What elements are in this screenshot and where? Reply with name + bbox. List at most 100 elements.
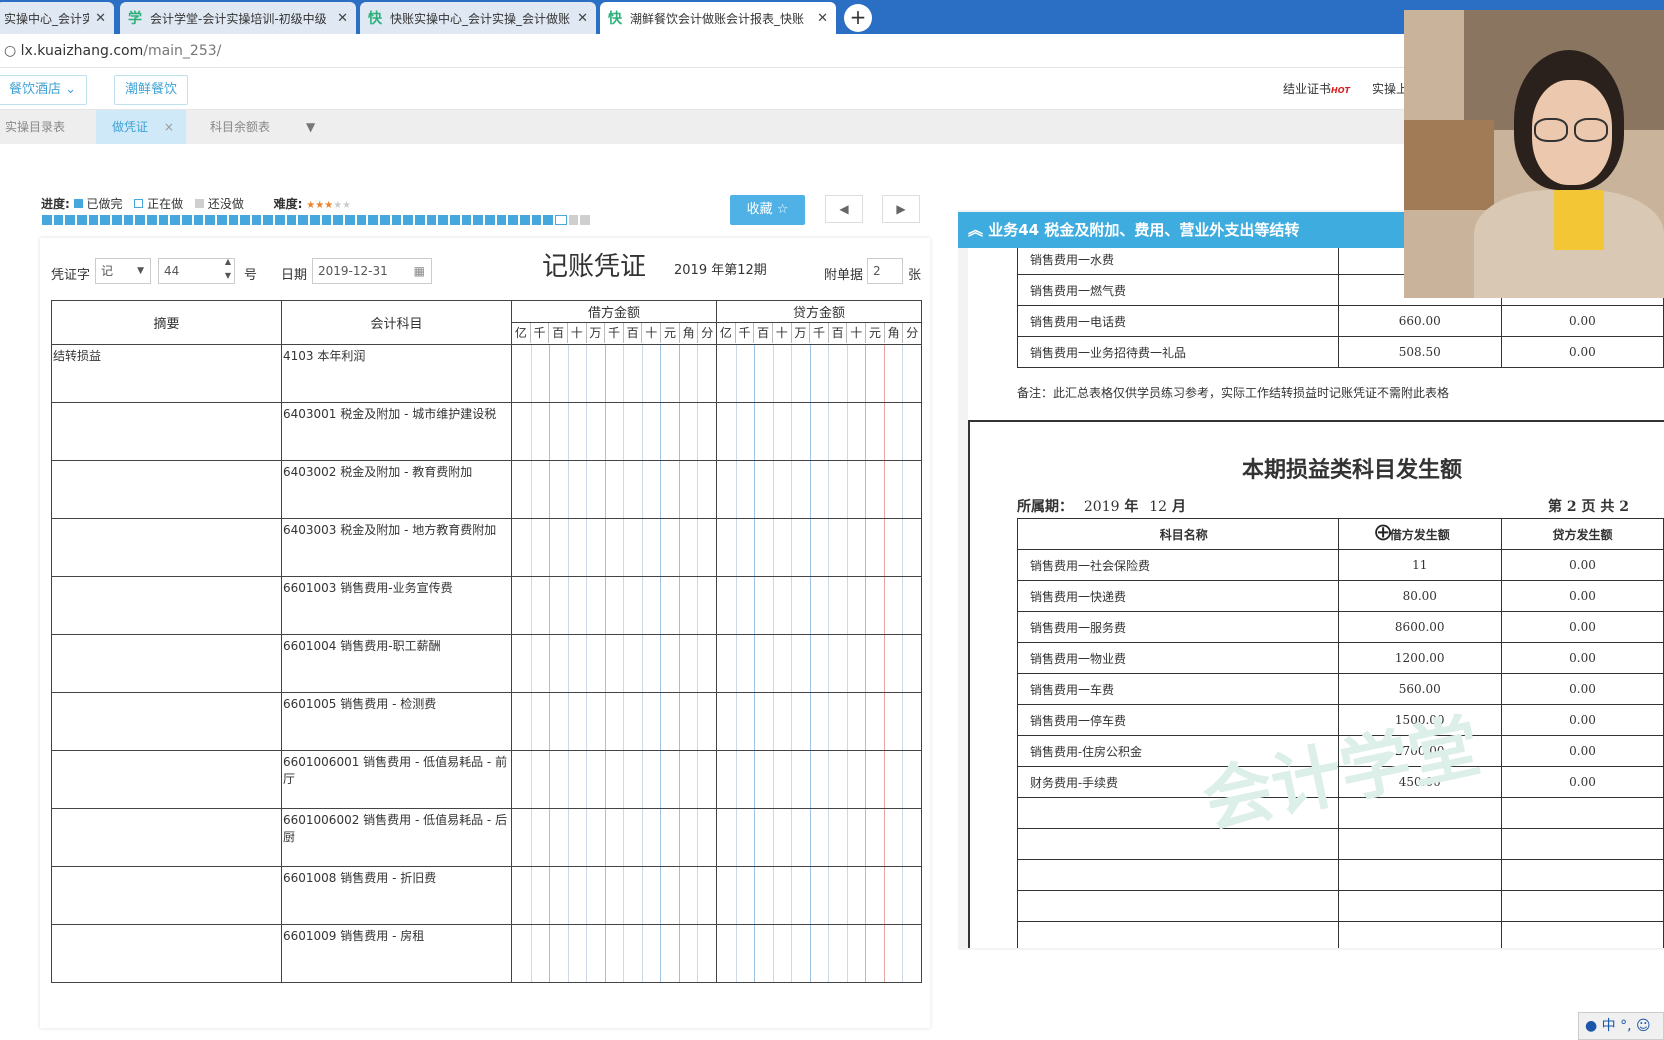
certificate-link[interactable]: 结业证书HOT <box>1283 80 1350 97</box>
account-cell[interactable]: 6403002 税金及附加 - 教育费附加 <box>281 460 512 519</box>
account-cell[interactable]: 6403003 税金及附加 - 地方教育费附加 <box>281 518 512 577</box>
credit-amount-cell[interactable] <box>716 460 922 519</box>
progress-step[interactable] <box>391 215 402 225</box>
browser-tab-2[interactable]: 学 会计学堂-会计实操培训-初级中级 ✕ <box>120 2 356 34</box>
progress-step[interactable] <box>240 215 250 225</box>
next-button[interactable]: ▶ <box>882 195 920 223</box>
progress-step[interactable] <box>251 215 262 225</box>
ime-indicator[interactable]: 中 <box>1602 1018 1616 1034</box>
progress-step[interactable] <box>111 215 122 225</box>
close-icon[interactable]: ✕ <box>817 11 828 26</box>
debit-amount-cell[interactable] <box>511 402 717 461</box>
credit-amount-cell[interactable] <box>716 808 922 867</box>
punctuation-icon[interactable]: °, <box>1620 1018 1631 1034</box>
close-icon[interactable]: ✕ <box>577 11 588 26</box>
reload-icon[interactable]: ○ <box>4 43 16 59</box>
credit-amount-cell[interactable] <box>716 866 922 925</box>
summary-cell[interactable] <box>51 460 282 519</box>
close-icon[interactable]: ✕ <box>95 11 106 26</box>
debit-amount-cell[interactable] <box>511 634 717 693</box>
company-button[interactable]: 潮鲜餐饮 <box>114 75 189 105</box>
account-cell[interactable]: 6601009 销售费用 - 房租 <box>281 924 512 983</box>
account-cell[interactable]: 6601004 销售费用-职工薪酬 <box>281 634 512 693</box>
tab-balance[interactable]: 科目余额表 <box>210 110 290 144</box>
date-input[interactable]: 2019-12-31 ▦ <box>312 258 432 284</box>
progress-step[interactable] <box>426 215 437 225</box>
credit-amount-cell[interactable] <box>716 402 922 461</box>
debit-amount-cell[interactable] <box>511 576 717 635</box>
attach-input[interactable]: 2 <box>867 258 903 284</box>
credit-amount-cell[interactable] <box>716 924 922 983</box>
debit-amount-cell[interactable] <box>511 692 717 751</box>
summary-cell[interactable] <box>51 750 282 809</box>
debit-amount-cell[interactable] <box>511 344 717 403</box>
debit-amount-cell[interactable] <box>511 518 717 577</box>
progress-step[interactable] <box>88 215 99 225</box>
account-cell[interactable]: 6601003 销售费用-业务宣传费 <box>281 576 512 635</box>
progress-step[interactable] <box>181 215 192 225</box>
progress-step[interactable] <box>438 215 448 225</box>
progress-step[interactable] <box>580 215 590 225</box>
summary-cell[interactable] <box>51 866 282 925</box>
debit-amount-cell[interactable] <box>511 808 717 867</box>
progress-step[interactable] <box>321 215 332 225</box>
credit-amount-cell[interactable] <box>716 518 922 577</box>
progress-step[interactable] <box>345 215 355 225</box>
progress-step[interactable] <box>216 215 227 225</box>
credit-amount-cell[interactable] <box>716 634 922 693</box>
progress-step[interactable] <box>53 215 64 225</box>
progress-step[interactable] <box>554 215 567 225</box>
progress-step[interactable] <box>519 215 530 225</box>
account-cell[interactable]: 6403001 税金及附加 - 城市维护建设税 <box>281 402 512 461</box>
progress-step[interactable] <box>380 215 390 225</box>
prev-button[interactable]: ◀ <box>825 195 863 223</box>
progress-step[interactable] <box>543 215 553 225</box>
credit-amount-cell[interactable] <box>716 692 922 751</box>
progress-step[interactable] <box>42 215 52 225</box>
progress-step[interactable] <box>368 215 379 225</box>
account-cell[interactable]: 6601008 销售费用 - 折旧费 <box>281 866 512 925</box>
new-tab-button[interactable]: + <box>844 4 872 32</box>
account-cell[interactable]: 6601005 销售费用 - 检测费 <box>281 692 512 751</box>
progress-step[interactable] <box>473 215 483 225</box>
tab-voucher[interactable]: 做凭证 × <box>96 110 186 144</box>
debit-amount-cell[interactable] <box>511 460 717 519</box>
practice-link[interactable]: 实操上 <box>1372 80 1408 97</box>
progress-step[interactable] <box>461 215 472 225</box>
account-cell[interactable]: 4103 本年利润 <box>281 344 512 403</box>
progress-step[interactable] <box>205 215 215 225</box>
browser-tab-4[interactable]: 快 潮鲜餐饮会计做账会计报表_快账 ✕ <box>600 2 836 34</box>
summary-cell[interactable] <box>51 576 282 635</box>
collapse-icon[interactable]: ︽ <box>968 221 983 239</box>
progress-step[interactable] <box>356 215 367 225</box>
industry-dropdown[interactable]: 餐饮酒店 ⌄ <box>0 75 88 105</box>
progress-step[interactable] <box>484 215 495 225</box>
progress-step[interactable] <box>403 215 413 225</box>
progress-step[interactable] <box>65 215 75 225</box>
progress-step[interactable] <box>228 215 239 225</box>
credit-amount-cell[interactable] <box>716 576 922 635</box>
zoom-in-icon[interactable]: ⊕ <box>1373 518 1393 546</box>
progress-step[interactable] <box>193 215 204 225</box>
progress-step[interactable] <box>146 215 157 225</box>
progress-step[interactable] <box>135 215 145 225</box>
progress-step[interactable] <box>568 215 579 225</box>
progress-step[interactable] <box>449 215 460 225</box>
progress-step[interactable] <box>123 215 134 225</box>
close-icon[interactable]: ✕ <box>337 11 348 26</box>
summary-cell[interactable] <box>51 692 282 751</box>
progress-step[interactable] <box>496 215 507 225</box>
progress-step[interactable] <box>415 215 425 225</box>
summary-cell[interactable] <box>51 634 282 693</box>
progress-step[interactable] <box>531 215 542 225</box>
debit-amount-cell[interactable] <box>511 750 717 809</box>
progress-step[interactable] <box>158 215 169 225</box>
credit-amount-cell[interactable] <box>716 750 922 809</box>
progress-step[interactable] <box>508 215 518 225</box>
debit-amount-cell[interactable] <box>511 866 717 925</box>
account-cell[interactable]: 6601006001 销售费用 - 低值易耗品 - 前厅 <box>281 750 512 809</box>
voucher-number-stepper[interactable]: 44 ▲ ▼ <box>158 257 235 284</box>
browser-tab-3[interactable]: 快 快账实操中心_会计实操_会计做账 ✕ <box>360 2 596 34</box>
progress-step[interactable] <box>76 215 87 225</box>
summary-cell[interactable] <box>51 808 282 867</box>
